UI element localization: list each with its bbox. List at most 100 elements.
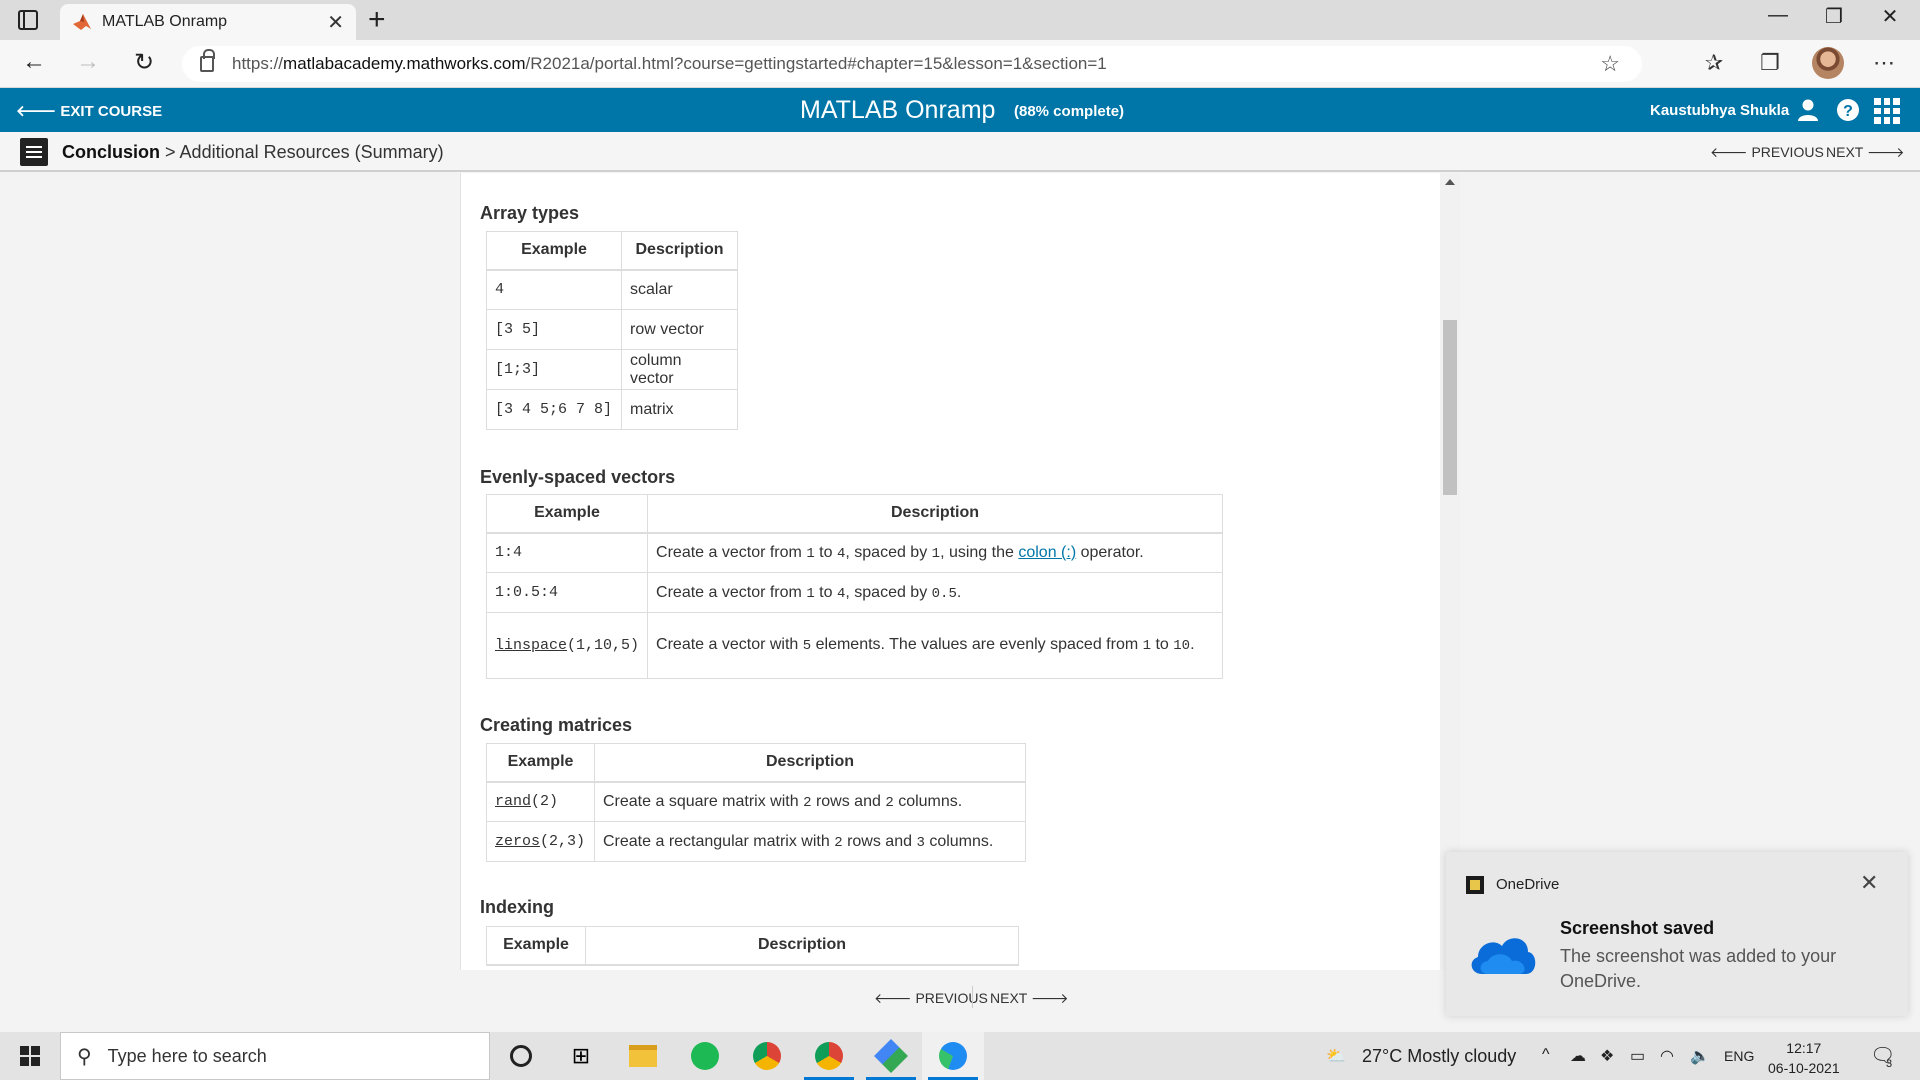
colon-operator-link[interactable]: colon (:) <box>1018 544 1076 561</box>
previous-button-bottom[interactable]: 🡐 PREVIOUS <box>874 990 988 1007</box>
column-header: Description <box>647 494 1223 534</box>
breadcrumb-chapter[interactable]: Conclusion <box>62 142 160 162</box>
url-prefix: https:// <box>232 54 284 73</box>
weather-text[interactable]: 27°C Mostly cloudy <box>1362 1046 1516 1067</box>
svg-text:?: ? <box>1843 103 1853 120</box>
volume-icon[interactable]: 🔈 <box>1690 1046 1710 1066</box>
table-row: [3 5] row vector <box>486 309 738 350</box>
weather-icon[interactable]: ⛅ <box>1326 1046 1346 1066</box>
exit-course-button[interactable]: 🡐 EXIT COURSE <box>16 101 162 120</box>
column-header: Description <box>621 231 738 271</box>
table-row: zeros(2,3) Create a rectangular matrix w… <box>486 821 1026 862</box>
course-header: 🡐 EXIT COURSE MATLAB Onramp (88% complet… <box>0 88 1920 132</box>
tab-close-icon[interactable]: ✕ <box>327 10 344 35</box>
language-indicator[interactable]: ENG <box>1724 1048 1754 1064</box>
refresh-button[interactable]: ↻ <box>126 48 162 77</box>
description-cell: Create a rectangular matrix with 2 rows … <box>594 821 1026 862</box>
edge-icon[interactable] <box>922 1032 984 1080</box>
tab-actions-icon[interactable] <box>18 10 38 30</box>
table-row: 1:0.5:4 Create a vector from 1 to 4, spa… <box>485 572 1223 613</box>
chrome-icon[interactable] <box>736 1032 798 1080</box>
taskbar-clock[interactable]: 12:17 06-10-2021 <box>1768 1038 1840 1078</box>
linspace-doc-link[interactable]: linspace <box>495 637 567 654</box>
add-favorite-icon[interactable]: ☆ <box>1600 51 1620 77</box>
start-button[interactable] <box>20 1046 40 1066</box>
search-placeholder: Type here to search <box>107 1045 267 1066</box>
column-header: Example <box>486 743 595 783</box>
rand-doc-link[interactable]: rand <box>495 793 531 810</box>
profile-avatar[interactable] <box>1812 47 1844 79</box>
table-row: [3 4 5;6 7 8] matrix <box>486 389 738 430</box>
apps-grid-icon[interactable] <box>1874 98 1900 124</box>
breadcrumb-bar: Conclusion > Additional Resources (Summa… <box>0 132 1920 172</box>
next-button-top[interactable]: NEXT 🡒 <box>1826 144 1905 161</box>
breadcrumb: Conclusion > Additional Resources (Summa… <box>62 142 444 163</box>
wifi-icon[interactable]: ◠ <box>1660 1046 1674 1066</box>
forward-button[interactable]: → <box>70 48 106 76</box>
indexing-table: Example Description <box>486 926 1019 966</box>
menu-icon[interactable] <box>20 138 48 166</box>
back-button[interactable]: ← <box>16 48 52 76</box>
section-title-evenly-spaced: Evenly-spaced vectors <box>480 467 676 487</box>
spotify-icon[interactable] <box>674 1032 736 1080</box>
scrollbar-thumb[interactable] <box>1443 320 1457 495</box>
pinned-app-icon[interactable] <box>860 1032 922 1080</box>
breadcrumb-page: Additional Resources (Summary) <box>179 142 444 162</box>
dropbox-tray-icon[interactable]: ❖ <box>1600 1046 1614 1066</box>
lock-icon[interactable] <box>200 49 215 72</box>
matlab-logo-icon <box>73 14 91 30</box>
example-cell: rand(2) <box>486 781 595 822</box>
user-icon[interactable] <box>1796 98 1820 122</box>
notification-count: 3 <box>1886 1058 1893 1070</box>
chrome-profile-icon[interactable] <box>798 1032 860 1080</box>
help-icon[interactable]: ? <box>1836 98 1860 122</box>
onedrive-tray-icon[interactable]: ☁ <box>1570 1046 1586 1066</box>
notification-body: The screenshot was added to your OneDriv… <box>1560 946 1837 991</box>
user-name[interactable]: Kaustubhya Shukla <box>1650 102 1789 119</box>
example-cell: [3 4 5;6 7 8] <box>486 389 622 430</box>
onedrive-notification[interactable]: OneDrive ✕ Screenshot saved The screensh… <box>1446 852 1908 1016</box>
address-field[interactable]: https:// matlabacademy.mathworks.com /R2… <box>182 46 1642 82</box>
browser-tab-bar: MATLAB Onramp ✕ + — ❐ ✕ <box>0 0 1920 40</box>
example-cell: 4 <box>486 269 622 310</box>
table-row: 4 scalar <box>486 269 738 310</box>
table-row: linspace(1,10,5) Create a vector with 5 … <box>485 612 1223 679</box>
close-window-button[interactable]: ✕ <box>1862 4 1918 29</box>
column-header: Description <box>585 926 1019 966</box>
breadcrumb-separator: > <box>165 142 176 162</box>
course-progress: (88% complete) <box>1014 103 1125 120</box>
close-notification-icon[interactable]: ✕ <box>1860 870 1878 896</box>
column-header: Description <box>594 743 1026 783</box>
column-header: Example <box>486 926 586 966</box>
content-scrollbar[interactable] <box>1440 173 1460 970</box>
section-title-indexing: Indexing <box>480 897 555 917</box>
favorites-icon[interactable]: ✰ <box>1696 50 1732 76</box>
column-header: Example <box>485 494 649 534</box>
collections-icon[interactable]: ❐ <box>1752 50 1788 76</box>
example-cell: [3 5] <box>486 309 622 350</box>
next-button-bottom[interactable]: NEXT 🡒 <box>990 990 1069 1007</box>
clock-time: 12:17 <box>1786 1040 1822 1056</box>
browser-tab[interactable]: MATLAB Onramp ✕ <box>60 4 356 40</box>
address-toolbar: ← → ↻ https:// matlabacademy.mathworks.c… <box>0 40 1920 88</box>
notification-app-name: OneDrive <box>1496 876 1560 893</box>
task-view-icon[interactable]: ⊞ <box>550 1032 612 1080</box>
new-tab-button[interactable]: + <box>368 3 386 37</box>
description-cell: Create a vector from 1 to 4, spaced by 1… <box>647 532 1223 573</box>
example-cell: 1:4 <box>485 532 649 573</box>
minimize-button[interactable]: — <box>1750 4 1806 27</box>
battery-icon[interactable]: ▭ <box>1630 1046 1645 1066</box>
scroll-up-arrow-icon[interactable] <box>1445 179 1455 185</box>
show-hidden-icons[interactable]: ^ <box>1542 1046 1550 1064</box>
zeros-doc-link[interactable]: zeros <box>495 833 540 850</box>
more-menu-icon[interactable]: ⋯ <box>1866 50 1902 76</box>
file-explorer-icon[interactable] <box>612 1032 674 1080</box>
restore-button[interactable]: ❐ <box>1806 4 1862 29</box>
windows-taskbar: ⚲ Type here to search ⊞ ⛅ 27°C Mostly cl… <box>0 1032 1920 1080</box>
taskbar-search-input[interactable]: ⚲ Type here to search <box>60 1032 490 1080</box>
creating-matrices-table: Example Description rand(2) Create a squ… <box>486 743 1026 862</box>
cortana-icon[interactable] <box>490 1032 552 1080</box>
pager-divider <box>972 986 973 1008</box>
previous-button-top[interactable]: 🡐 PREVIOUS <box>1710 144 1824 161</box>
table-row: [1;3] column vector <box>486 349 738 390</box>
